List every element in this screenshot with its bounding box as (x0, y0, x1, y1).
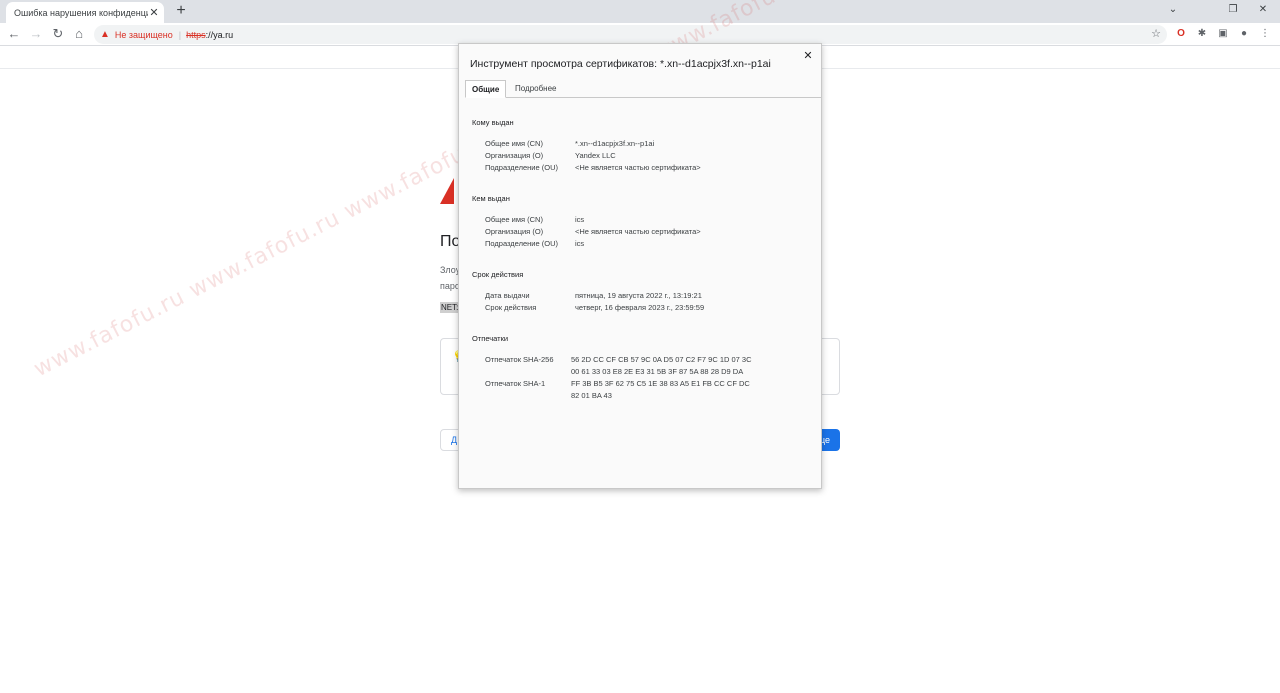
profile-avatar-icon[interactable]: ● (1237, 27, 1251, 41)
url-separator: | (178, 29, 182, 40)
bookmark-star-icon[interactable]: ☆ (1151, 27, 1161, 40)
opera-extension-icon[interactable]: O (1174, 27, 1188, 41)
issued-to-ou-value: <Не является частью сертификата> (575, 163, 701, 172)
dialog-title: Инструмент просмотра сертификатов: *.xn-… (470, 58, 771, 70)
not-secure-label[interactable]: Не защищено (115, 30, 173, 40)
sha256-value-line1: 56 2D CC CF CB 57 9C 0A D5 07 C2 F7 9C 1… (571, 355, 752, 364)
forward-icon[interactable]: → (28, 26, 44, 42)
section-issued-to-title: Кому выдан (472, 118, 514, 127)
issued-to-cn-label: Общее имя (CN) (485, 139, 543, 148)
dialog-tabs: Общие Подробнее (465, 80, 821, 98)
url-host: ://ya.ru (205, 29, 234, 40)
issued-by-ou-label: Подразделение (OU) (485, 239, 558, 248)
extensions-puzzle-icon[interactable]: ✱ (1195, 27, 1209, 41)
issued-to-o-value: Yandex LLC (575, 151, 616, 160)
tab-title: Ошибка нарушения конфиденциальности (14, 7, 148, 18)
issued-by-o-label: Организация (O) (485, 227, 544, 236)
restore-icon[interactable]: ❐ (1223, 2, 1243, 18)
issued-on-label: Дата выдачи (485, 291, 530, 300)
sha1-value-line1: FF 3B B5 3F 62 75 C5 1E 38 83 A5 E1 FB C… (571, 379, 750, 388)
issued-to-ou-label: Подразделение (OU) (485, 163, 558, 172)
tab-strip: Ошибка нарушения конфиденциальности ✕ + … (0, 0, 1280, 23)
warning-icon[interactable]: ▲ (100, 29, 110, 40)
tab-search-icon[interactable]: ⌄ (1163, 2, 1183, 18)
section-fingerprints-title: Отпечатки (472, 334, 509, 343)
issued-by-cn-label: Общее имя (CN) (485, 215, 543, 224)
section-issued-by-title: Кем выдан (472, 194, 510, 203)
warning-triangle-icon (440, 178, 454, 204)
expires-on-label: Срок действия (485, 303, 537, 312)
issued-by-ou-value: ics (575, 239, 585, 248)
issued-by-o-value: <Не является частью сертификата> (575, 227, 701, 236)
tab-close-icon[interactable]: ✕ (148, 6, 160, 19)
home-icon[interactable]: ⌂ (71, 26, 87, 42)
tab-privacy-error[interactable]: Ошибка нарушения конфиденциальности ✕ (6, 2, 164, 23)
sha256-label: Отпечаток SHA-256 (485, 355, 554, 364)
new-tab-button[interactable]: + (172, 2, 190, 20)
window-close-icon[interactable]: ✕ (1253, 2, 1273, 18)
issued-by-cn-value: ics (575, 215, 585, 224)
sha1-value-line2: 82 01 BA 43 (571, 391, 612, 400)
back-icon[interactable]: ← (6, 26, 22, 42)
reload-icon[interactable]: ↻ (50, 26, 66, 42)
tab-details[interactable]: Подробнее (509, 80, 563, 98)
expires-on-value: четверг, 16 февраля 2023 г., 23:59:59 (575, 303, 705, 312)
sha256-value-line2: 00 61 33 03 E8 2E E3 31 5B 3F 87 5A 88 2… (571, 367, 744, 376)
address-bar[interactable]: ▲ Не защищено | https ://ya.ru ☆ (94, 25, 1167, 44)
certificate-viewer-dialog: Инструмент просмотра сертификатов: *.xn-… (458, 43, 822, 489)
url-scheme: https (186, 29, 206, 40)
dialog-close-icon[interactable]: ✕ (801, 49, 815, 63)
issued-to-cn-value: *.xn--d1acpjx3f.xn--p1ai (575, 139, 655, 148)
section-validity-title: Срок действия (472, 270, 524, 279)
menu-kebab-icon[interactable]: ⋮ (1258, 27, 1272, 41)
interstitial-text-line2: паро (440, 281, 460, 291)
sha1-label: Отпечаток SHA-1 (485, 379, 546, 388)
issued-on-value: пятница, 19 августа 2022 г., 13:19:21 (575, 291, 702, 300)
issued-to-o-label: Организация (O) (485, 151, 544, 160)
side-panel-icon[interactable]: ▣ (1216, 27, 1230, 41)
tab-general[interactable]: Общие (465, 80, 507, 98)
